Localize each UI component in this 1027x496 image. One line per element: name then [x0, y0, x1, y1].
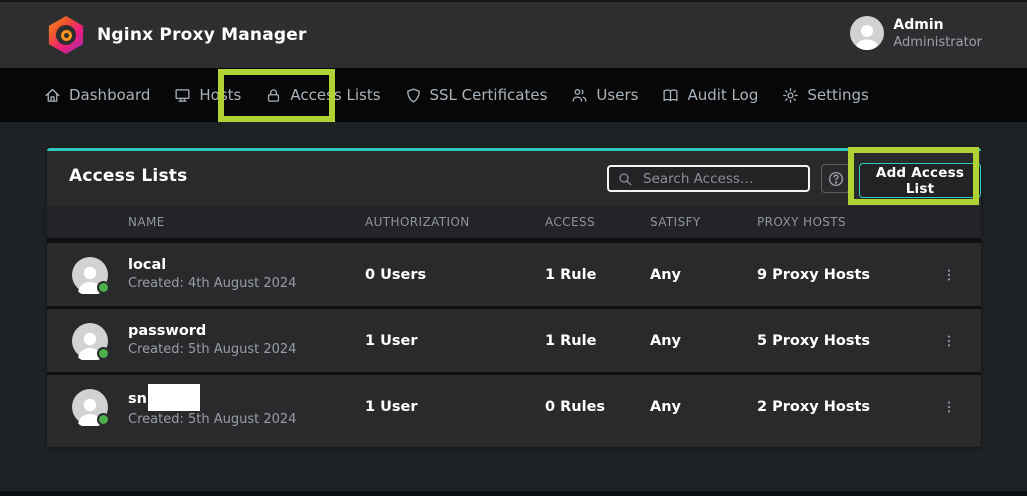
help-button[interactable] — [821, 164, 850, 193]
nav-label: Access Lists — [290, 86, 380, 104]
user-role: Administrator — [893, 34, 982, 51]
app-header: Nginx Proxy Manager Admin Administrator — [0, 0, 1027, 68]
row-menu-button[interactable] — [941, 267, 981, 283]
access-lists-panel: Access Lists Add Access List NAME AUTHOR… — [47, 148, 981, 447]
nav-item-dashboard[interactable]: Dashboard — [44, 86, 150, 104]
cell-access: 1 Rule — [545, 267, 650, 283]
dots-vertical-icon — [941, 399, 957, 415]
cell-proxy-hosts: 9 Proxy Hosts — [757, 267, 927, 283]
cell-satisfy: Any — [650, 333, 757, 349]
cell-access: 0 Rules — [545, 399, 650, 415]
panel-header: Access Lists Add Access List — [47, 151, 981, 206]
help-icon — [827, 170, 845, 188]
access-list-created: Created: 5th August 2024 — [128, 411, 296, 429]
add-access-list-button[interactable]: Add Access List — [859, 163, 981, 198]
nav-item-ssl-certificates[interactable]: SSL Certificates — [405, 86, 548, 104]
nav-item-users[interactable]: Users — [571, 86, 638, 104]
access-list-name: password — [128, 322, 296, 341]
person-icon — [850, 19, 884, 50]
lock-icon — [265, 87, 282, 104]
table-row: sn Created: 5th August 2024 1 User 0 Rul… — [47, 372, 981, 438]
app-title: Nginx Proxy Manager — [97, 25, 307, 45]
search-input[interactable] — [641, 170, 800, 188]
shield-icon — [405, 87, 422, 104]
dots-vertical-icon — [941, 267, 957, 283]
row-avatar — [72, 323, 108, 359]
cell-authorization: 0 Users — [365, 267, 545, 283]
nav-item-access-lists[interactable]: Access Lists — [265, 86, 380, 104]
user-avatar — [850, 16, 884, 50]
home-icon — [44, 87, 61, 104]
user-menu[interactable]: Admin Administrator — [850, 16, 982, 51]
column-header-authorization: AUTHORIZATION — [365, 215, 545, 229]
nav-item-audit-log[interactable]: Audit Log — [662, 86, 758, 104]
book-icon — [662, 87, 679, 104]
nav-label: Hosts — [199, 86, 241, 104]
status-dot-online — [97, 281, 110, 294]
status-dot-online — [97, 347, 110, 360]
row-menu-button[interactable] — [941, 333, 981, 349]
column-header-proxy-hosts: PROXY HOSTS — [757, 215, 927, 229]
row-avatar — [72, 389, 108, 425]
redaction-box — [148, 384, 200, 411]
bottom-edge — [0, 491, 1027, 496]
app-root: Nginx Proxy Manager Admin Administrator … — [0, 0, 1027, 496]
nav-item-settings[interactable]: Settings — [782, 86, 869, 104]
table-row: local Created: 4th August 2024 0 Users 1… — [47, 240, 981, 306]
access-list-name: local — [128, 256, 296, 275]
column-header-name: NAME — [47, 215, 365, 229]
cell-proxy-hosts: 5 Proxy Hosts — [757, 333, 927, 349]
nav-label: Users — [596, 86, 638, 104]
search-box — [607, 165, 810, 192]
row-menu-button[interactable] — [941, 399, 981, 415]
app-logo-icon — [47, 16, 85, 54]
column-header-satisfy: SATISFY — [650, 215, 757, 229]
main-nav: Dashboard Hosts Access Lists SSL Certifi… — [0, 68, 1027, 122]
row-avatar — [72, 257, 108, 293]
cell-proxy-hosts: 2 Proxy Hosts — [757, 399, 927, 415]
search-icon — [617, 171, 633, 187]
nav-label: Settings — [807, 86, 869, 104]
cell-authorization: 1 User — [365, 399, 545, 415]
user-name: Admin — [893, 16, 982, 34]
gear-icon — [782, 87, 799, 104]
users-icon — [571, 87, 588, 104]
table-row: password Created: 5th August 2024 1 User… — [47, 306, 981, 372]
access-list-name: sn — [128, 384, 296, 411]
nav-label: SSL Certificates — [430, 86, 548, 104]
cell-satisfy: Any — [650, 399, 757, 415]
nav-item-hosts[interactable]: Hosts — [174, 86, 241, 104]
monitor-icon — [174, 87, 191, 104]
dots-vertical-icon — [941, 333, 957, 349]
table-header: NAME AUTHORIZATION ACCESS SATISFY PROXY … — [47, 206, 981, 240]
cell-access: 1 Rule — [545, 333, 650, 349]
nav-label: Dashboard — [69, 86, 150, 104]
access-list-created: Created: 4th August 2024 — [128, 275, 296, 293]
cell-satisfy: Any — [650, 267, 757, 283]
column-header-access: ACCESS — [545, 215, 650, 229]
page-title: Access Lists — [69, 166, 187, 186]
nav-label: Audit Log — [687, 86, 758, 104]
cell-authorization: 1 User — [365, 333, 545, 349]
status-dot-online — [97, 413, 110, 426]
access-list-created: Created: 5th August 2024 — [128, 341, 296, 359]
